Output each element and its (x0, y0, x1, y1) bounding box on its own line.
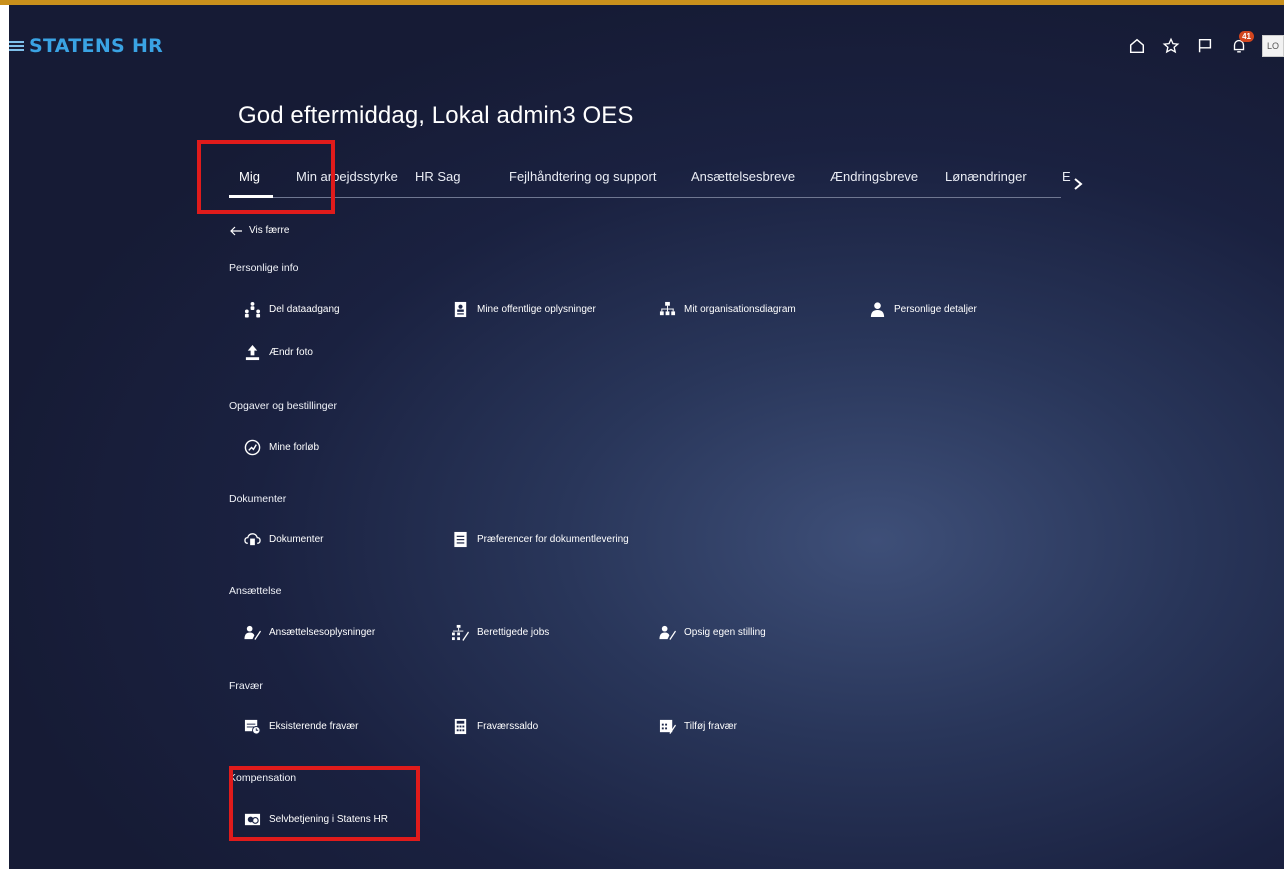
item-label: Mine offentlige oplysninger (477, 304, 596, 315)
person-icon (869, 301, 886, 318)
item-label: Eksisterende fravær (269, 721, 359, 732)
menu-icon[interactable] (9, 40, 24, 52)
section-title-employment: Ansættelse (229, 585, 282, 597)
calendar-edit-icon (659, 718, 676, 735)
item-label: Ansættelsesoplysninger (269, 627, 376, 638)
item-label: Personlige detaljer (894, 304, 977, 315)
notification-badge: 41 (1239, 31, 1254, 42)
item-personlige-detaljer[interactable]: Personlige detaljer (869, 301, 977, 318)
share-access-icon (244, 301, 261, 318)
item-mine-forloeb[interactable]: Mine forløb (244, 439, 319, 456)
brand-name: STATENS HR (29, 35, 164, 57)
tab-loenaendringer[interactable]: Lønændringer (945, 169, 1027, 184)
tab-aendringsbreve[interactable]: Ændringsbreve (830, 169, 918, 184)
show-less-label: Vis færre (249, 225, 290, 236)
tab-ansaettelsesbreve[interactable]: Ansættelsesbreve (691, 169, 795, 184)
eligible-jobs-icon (452, 624, 469, 641)
home-icon[interactable] (1126, 35, 1148, 57)
item-label: Berettigede jobs (477, 627, 550, 638)
item-label: Fraværssaldo (477, 721, 539, 732)
item-praeferencer-dokumentlevering[interactable]: Præferencer for dokumentlevering (452, 531, 629, 548)
item-fravaerssaldo[interactable]: Fraværssaldo (452, 718, 538, 735)
star-icon[interactable] (1160, 35, 1182, 57)
item-label: Ændr foto (269, 347, 313, 358)
calendar-clock-icon (244, 718, 261, 735)
item-aendr-foto[interactable]: Ændr foto (244, 344, 313, 361)
item-label: Dokumenter (269, 534, 324, 545)
show-less-link[interactable]: Vis færre (229, 225, 289, 236)
header-toolbar: 41 LO (1126, 31, 1284, 57)
flag-icon[interactable] (1194, 35, 1216, 57)
journey-icon (244, 439, 261, 456)
upload-icon (244, 344, 261, 361)
item-label: Mine forløb (269, 442, 320, 453)
item-label: Del dataadgang (269, 304, 340, 315)
page-greeting: God eftermiddag, Lokal admin3 OES (238, 102, 634, 129)
document-list-icon (452, 531, 469, 548)
highlight-box-compensation (229, 766, 420, 841)
section-title-documents: Dokumenter (229, 493, 287, 505)
item-del-dataadgang[interactable]: Del dataadgang (244, 301, 340, 318)
app-brand[interactable]: STATENS HR (9, 35, 163, 57)
tab-hr-sag[interactable]: HR Sag (415, 169, 461, 184)
cloud-document-icon (244, 531, 261, 548)
item-mit-organisationsdiagram[interactable]: Mit organisationsdiagram (659, 301, 796, 318)
tab-bar: Mig Min arbejdsstyrke HR Sag Fejlhåndter… (229, 160, 1071, 198)
notifications-icon[interactable]: 41 (1228, 31, 1254, 57)
org-chart-icon (659, 301, 676, 318)
item-label: Mit organisationsdiagram (684, 304, 796, 315)
avatar[interactable]: LO (1262, 35, 1284, 57)
resign-icon (659, 624, 676, 641)
item-label: Opsig egen stilling (684, 627, 766, 638)
section-title-absence: Fravær (229, 680, 263, 692)
item-dokumenter[interactable]: Dokumenter (244, 531, 323, 548)
section-title-personal: Personlige info (229, 262, 299, 274)
id-card-icon (452, 301, 469, 318)
item-opsig-egen-stilling[interactable]: Opsig egen stilling (659, 624, 766, 641)
item-ansaettelsesoplysninger[interactable]: Ansættelsesoplysninger (244, 624, 375, 641)
item-mine-offentlige-oplysninger[interactable]: Mine offentlige oplysninger (452, 301, 596, 318)
calculator-icon (452, 718, 469, 735)
item-eksisterende-fravaer[interactable]: Eksisterende fravær (244, 718, 358, 735)
person-edit-icon (244, 624, 261, 641)
item-berettigede-jobs[interactable]: Berettigede jobs (452, 624, 549, 641)
arrow-left-icon (230, 226, 242, 235)
item-label: Præferencer for dokumentlevering (477, 534, 629, 545)
item-tilfoej-fravaer[interactable]: Tilføj fravær (659, 718, 737, 735)
item-label: Tilføj fravær (684, 721, 737, 732)
section-title-tasks: Opgaver og bestillinger (229, 400, 337, 412)
app-frame: STATENS HR 41 LO God eftermiddag, Lokal … (9, 5, 1284, 869)
highlight-box-tab (197, 140, 335, 214)
tab-fejlhaandtering[interactable]: Fejlhåndtering og support (509, 169, 656, 184)
chevron-right-icon[interactable] (1070, 174, 1086, 194)
